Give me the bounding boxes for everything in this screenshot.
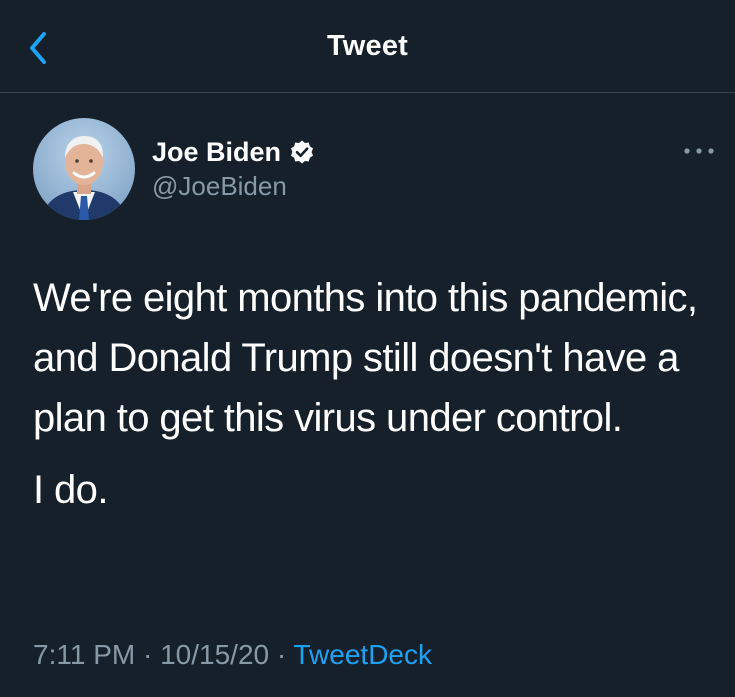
verified-badge-icon [291,140,314,164]
meta-separator: · [142,639,153,670]
author-handle[interactable]: @JoeBiden [152,170,287,202]
meta-separator: · [276,639,287,670]
tweet-body: We're eight months into this pandemic, a… [33,268,713,520]
author-name[interactable]: Joe Biden [152,136,281,168]
tweet-date: 10/15/20 [160,639,270,670]
more-horizontal-icon [684,148,714,154]
tweet-source-link[interactable]: TweetDeck [293,639,432,670]
author-name-row[interactable]: Joe Biden [152,136,315,168]
tweet-time: 7:11 PM [33,639,136,670]
tweet-paragraph: I do. [33,468,108,512]
more-options-button[interactable] [681,141,717,161]
top-nav-bar: Tweet [0,0,735,93]
tweet-paragraph: We're eight months into this pandemic, a… [33,276,698,440]
author-avatar[interactable] [33,118,135,220]
avatar-portrait-image [33,118,135,220]
page-title: Tweet [326,30,409,62]
tweet-metadata: 7:11 PM · 10/15/20 · TweetDeck [33,637,432,673]
